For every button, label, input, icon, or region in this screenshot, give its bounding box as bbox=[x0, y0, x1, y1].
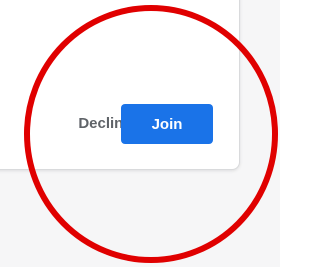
screenshot-crop: Decline Join bbox=[0, 0, 280, 267]
join-dialog-card: Decline Join bbox=[0, 0, 240, 170]
join-button[interactable]: Join bbox=[121, 104, 213, 144]
